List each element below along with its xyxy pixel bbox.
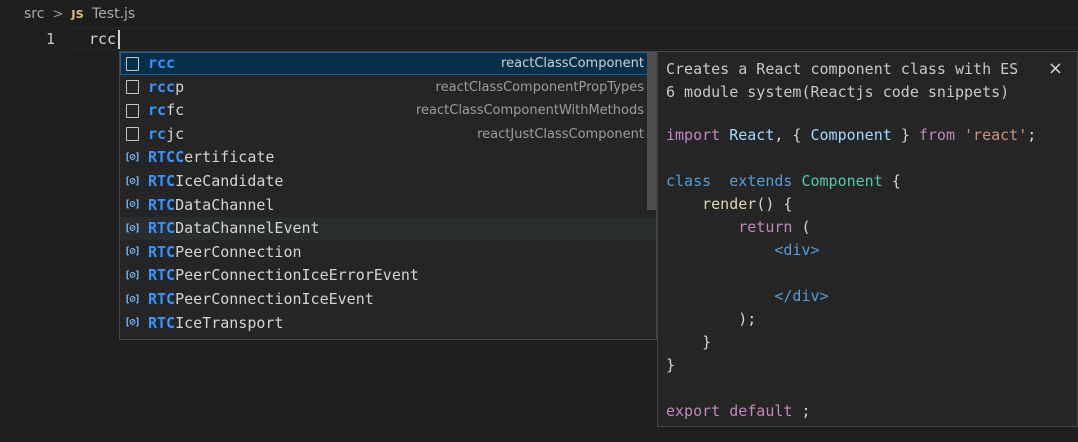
code-line-close-paren: ); xyxy=(738,310,757,328)
variable-icon: [⊘] xyxy=(124,199,140,211)
code-line-return: return ( xyxy=(738,218,811,236)
variable-icon: [⊘] xyxy=(124,246,140,258)
suggest-item[interactable]: [⊘] RTCIceTransport xyxy=(120,312,656,335)
chevron-right-icon: > xyxy=(52,6,64,22)
suggest-item[interactable]: [⊘] RTCPeerConnectionIceEvent xyxy=(120,288,656,311)
snippet-icon xyxy=(124,56,140,72)
suggest-item-label: rcjc xyxy=(148,124,185,143)
suggest-item[interactable]: rcfc reactClassComponentWithMethods xyxy=(120,99,656,122)
snippet-icon xyxy=(124,103,140,119)
snippet-icon xyxy=(124,79,140,95)
variable-icon: [⊘] xyxy=(124,175,140,187)
suggest-item-label: RTCIceTransport xyxy=(148,313,284,332)
code-line-render: render() { xyxy=(702,195,793,213)
text-cursor xyxy=(118,30,120,49)
variable-icon: [⊘] xyxy=(124,222,140,234)
suggestion-details-pane: × Creates a React component class with E… xyxy=(657,51,1078,427)
suggest-item[interactable]: [⊘] RTCIceCandidate xyxy=(120,170,656,193)
variable-icon: [⊘] xyxy=(124,317,140,329)
suggest-item-label: RTCIceCandidate xyxy=(148,172,284,190)
snippet-icon xyxy=(124,126,140,142)
breadcrumb: src > JS Test.js xyxy=(0,0,1078,28)
javascript-file-icon: JS xyxy=(71,7,84,21)
code-line-close-outer: } xyxy=(666,356,676,374)
suggest-item-label: rcc xyxy=(148,54,176,72)
suggest-scrollbar[interactable] xyxy=(647,52,656,210)
suggest-item-label: rcfc xyxy=(148,101,185,120)
suggest-item-label: RTCCertificate xyxy=(148,148,275,167)
code-line[interactable]: rcc xyxy=(89,29,116,49)
description-line: Creates a React component class with ES xyxy=(666,60,1019,78)
suggest-item-detail: reactClassComponentPropTypes xyxy=(435,79,644,95)
suggest-item[interactable]: rcjc reactJustClassComponent xyxy=(120,123,656,146)
suggest-widget[interactable]: rcc reactClassComponent rccp reactClassComp… xyxy=(119,51,657,340)
variable-icon: [⊘] xyxy=(124,269,140,281)
variable-icon: [⊘] xyxy=(124,151,140,163)
suggest-item[interactable]: [⊘] RTCCertificate xyxy=(120,146,656,169)
suggest-item-label: RTCPeerConnection xyxy=(148,242,302,261)
description-line: 6 module system(Reactjs code snippets) xyxy=(666,83,1010,101)
current-line-highlight xyxy=(70,28,1078,50)
suggest-item-label: RTCDataChannelEvent xyxy=(148,219,320,238)
suggest-item[interactable]: [⊘] RTCDataChannelEvent xyxy=(120,217,656,241)
code-line-import: import React, { Component } from 'react'… xyxy=(666,126,1037,144)
code-line-export: export default ; xyxy=(666,402,811,420)
code-line-class: class extends Component { xyxy=(666,172,901,190)
suggest-item-detail: reactClassComponentWithMethods xyxy=(416,103,644,119)
breadcrumb-folder[interactable]: src xyxy=(24,6,44,22)
line-number: 1 xyxy=(46,30,56,48)
suggestion-description: Creates a React component class with ES … xyxy=(666,58,1046,104)
suggest-item-detail: reactJustClassComponent xyxy=(477,126,644,142)
code-line-close-inner: } xyxy=(702,333,712,351)
code-line-div-close: </div> xyxy=(774,287,829,305)
close-icon[interactable]: × xyxy=(1048,58,1063,79)
suggest-item-label: RTCDataChannel xyxy=(148,195,275,214)
suggest-item[interactable]: rccp reactClassComponentPropTypes xyxy=(120,76,656,99)
suggest-item-label: rccp xyxy=(148,77,185,96)
suggest-item-label: RTCPeerConnectionIceErrorEvent xyxy=(148,266,419,285)
suggest-item-detail: reactClassComponent xyxy=(501,56,644,71)
suggest-item[interactable]: [⊘] RTCPeerConnection xyxy=(120,241,656,264)
suggest-item[interactable]: [⊘] RTCDataChannel xyxy=(120,194,656,217)
editor-window: src > JS Test.js 1 rcc rcc reactClassComp… xyxy=(0,0,1078,442)
snippet-preview: import React, { Component } from 'react'… xyxy=(666,124,1071,423)
suggest-item[interactable]: [⊘] RTCPeerConnectionIceErrorEvent xyxy=(120,264,656,287)
suggest-item[interactable]: rcc reactClassComponent xyxy=(120,52,656,75)
variable-icon: [⊘] xyxy=(124,293,140,305)
breadcrumb-file[interactable]: Test.js xyxy=(92,6,135,22)
code-line-div-open: <div> xyxy=(774,241,820,259)
suggest-item-label: RTCPeerConnectionIceEvent xyxy=(148,290,374,308)
